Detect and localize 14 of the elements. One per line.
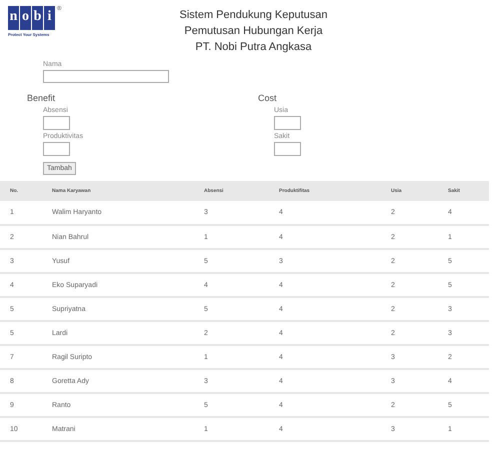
page-title: Sistem Pendukung Keputusan: [180, 8, 328, 23]
number-field[interactable]: [43, 116, 70, 130]
logo-letter: i: [44, 6, 55, 30]
page-title: PT. Nobi Putra Angkasa: [195, 40, 312, 55]
logo-letter: n: [8, 6, 19, 30]
section-title: Benefit: [27, 93, 56, 104]
page-title: Pemutusan Hubungan Kerja: [184, 24, 323, 39]
logo-letter: b: [32, 6, 43, 30]
logo-letter: o: [20, 6, 31, 30]
name-field[interactable]: [43, 70, 169, 83]
section-title: Cost: [258, 93, 278, 104]
number-field[interactable]: [274, 116, 301, 130]
number-field[interactable]: [43, 142, 70, 156]
number-field[interactable]: [274, 142, 301, 156]
